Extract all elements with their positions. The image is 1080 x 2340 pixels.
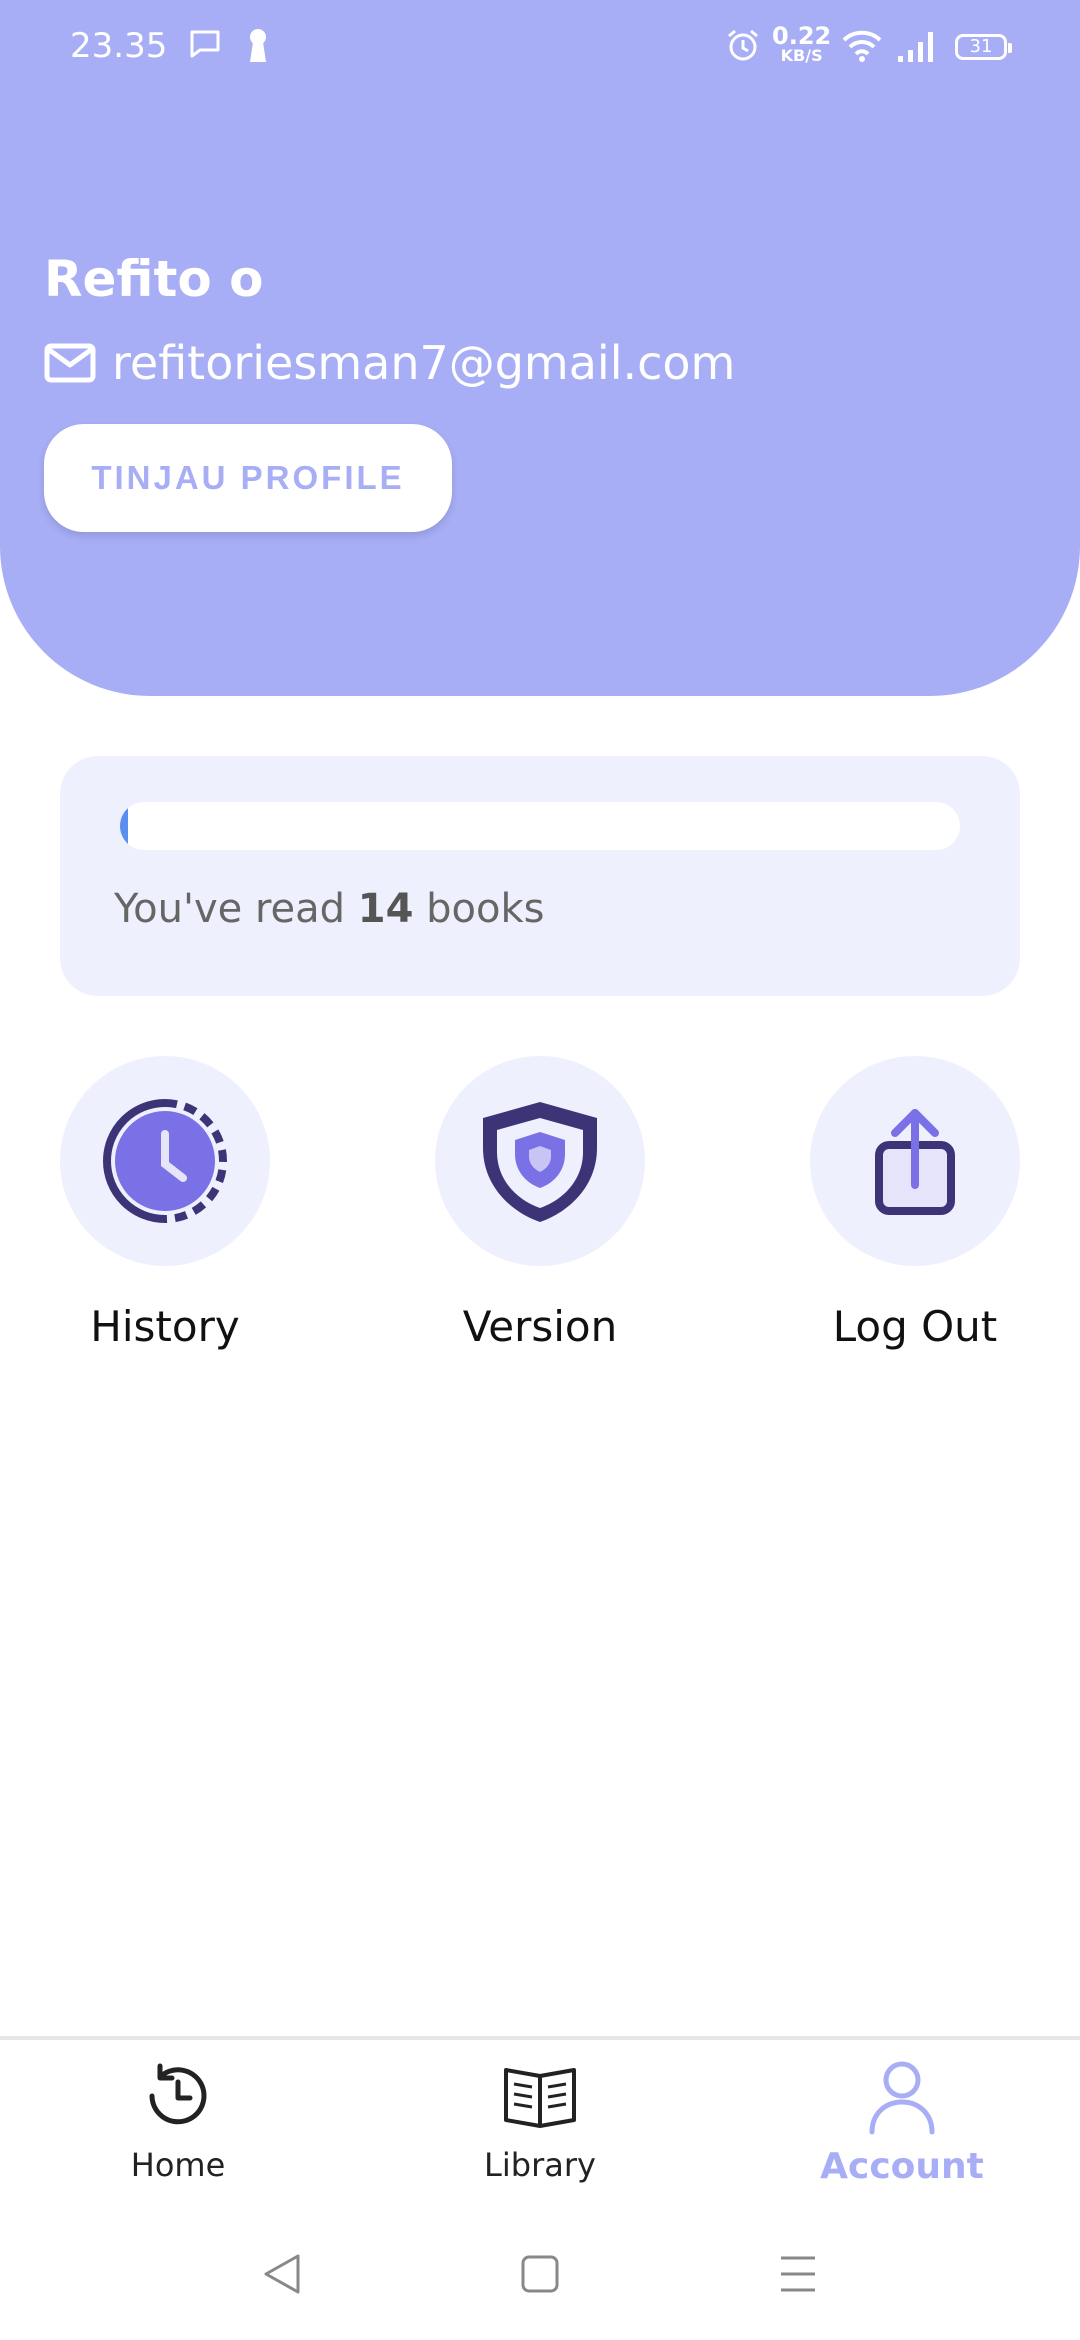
profile-header: 23.35 0.22 KB/S 31 Refito o refitoriesma	[0, 0, 1080, 696]
battery-indicator: 31	[955, 34, 1012, 60]
message-icon	[188, 28, 222, 64]
user-icon	[869, 2061, 935, 2135]
history-icon	[149, 2063, 207, 2125]
nav-item-library[interactable]: Library	[390, 2056, 690, 2184]
signal-icon	[896, 30, 936, 68]
alarm-icon	[726, 28, 760, 66]
recents-menu-icon[interactable]	[778, 2252, 818, 2300]
status-time: 23.35	[70, 26, 168, 66]
version-action[interactable]: Version	[390, 1056, 690, 1351]
nav-item-account[interactable]: Account	[752, 2056, 1052, 2187]
battery-level: 31	[969, 36, 993, 57]
user-name: Refito o	[44, 250, 264, 308]
books-read-prefix: You've read	[114, 886, 358, 932]
reading-progress-card: You've read 14 books	[60, 756, 1020, 996]
books-read-text: You've read 14 books	[114, 886, 544, 932]
net-speed-unit: KB/S	[780, 46, 823, 65]
version-label: Version	[462, 1302, 618, 1351]
nav-item-home[interactable]: Home	[28, 2056, 328, 2184]
review-profile-button[interactable]: TINJAU PROFILE	[44, 424, 452, 532]
reading-progress-bar	[120, 802, 960, 850]
book-icon	[504, 2068, 576, 2128]
history-clock-icon	[103, 1099, 227, 1223]
bottom-navigation: Home Library Account	[0, 2036, 1080, 2230]
back-icon[interactable]	[262, 2252, 302, 2300]
nav-label-library: Library	[484, 2146, 596, 2184]
network-speed: 0.22 KB/S	[772, 22, 832, 66]
share-upload-icon	[875, 1109, 955, 1215]
net-speed-value: 0.22	[772, 22, 832, 50]
books-read-count: 14	[357, 886, 414, 932]
keyhole-icon	[246, 28, 270, 68]
reading-progress-fill	[120, 802, 129, 850]
shield-icon	[483, 1102, 597, 1222]
history-action-circle[interactable]	[60, 1056, 270, 1266]
books-read-suffix: books	[413, 886, 545, 932]
version-action-circle[interactable]	[435, 1056, 645, 1266]
status-bar: 23.35 0.22 KB/S 31	[0, 0, 1080, 96]
logout-action[interactable]: Log Out	[765, 1056, 1065, 1351]
history-label: History	[90, 1302, 240, 1351]
history-action[interactable]: History	[15, 1056, 315, 1351]
nav-label-home: Home	[130, 2146, 226, 2184]
system-navigation-bar	[0, 2226, 1080, 2340]
wifi-icon	[842, 30, 882, 66]
email-row: refitoriesman7@gmail.com	[44, 336, 735, 390]
user-email: refitoriesman7@gmail.com	[112, 336, 736, 390]
logout-action-circle[interactable]	[810, 1056, 1020, 1266]
mail-icon	[44, 343, 96, 383]
logout-label: Log Out	[832, 1302, 998, 1351]
home-square-icon[interactable]	[520, 2252, 560, 2300]
nav-label-account: Account	[820, 2146, 984, 2187]
